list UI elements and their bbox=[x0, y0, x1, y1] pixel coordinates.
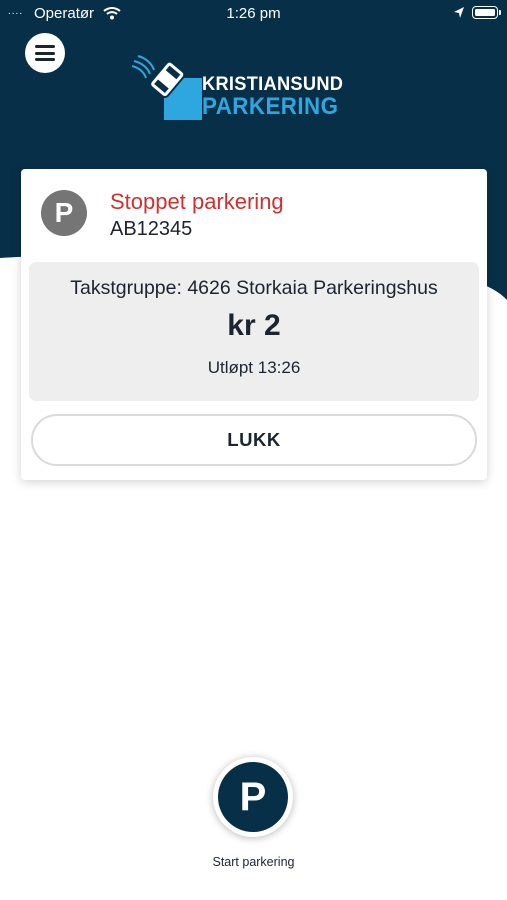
parking-badge-icon: P bbox=[41, 190, 87, 236]
location-arrow-icon bbox=[454, 7, 464, 18]
parking-icon: P bbox=[218, 762, 288, 832]
license-plate: AB12345 bbox=[110, 218, 193, 240]
parking-price: kr 2 bbox=[227, 309, 281, 342]
hamburger-line bbox=[35, 45, 55, 48]
parking-info-box: Takstgruppe: 4626 Storkaia Parkeringshus… bbox=[29, 262, 479, 401]
parking-status-card: P Stoppet parkering AB12345 Takstgruppe:… bbox=[21, 169, 487, 480]
menu-button[interactable] bbox=[25, 33, 65, 73]
parking-logo-icon bbox=[132, 55, 202, 120]
clock: 1:26 pm bbox=[226, 5, 281, 22]
start-parking-button[interactable]: P bbox=[213, 757, 293, 837]
parking-status-title: Stoppet parkering bbox=[110, 189, 284, 214]
brand-logo: KRISTIANSUND PARKERING bbox=[132, 52, 362, 122]
status-bar: .... Operatør 1:26 pm bbox=[0, 0, 507, 28]
battery-icon bbox=[472, 6, 501, 19]
hamburger-line bbox=[35, 58, 55, 61]
start-parking-label: Start parkering bbox=[212, 855, 295, 869]
logo-text-parkering: PARKERING bbox=[202, 93, 339, 120]
expiry-time: Utløpt 13:26 bbox=[207, 358, 301, 377]
hamburger-line bbox=[35, 51, 55, 55]
close-button[interactable]: LUKK bbox=[31, 414, 477, 466]
tariff-group: Takstgruppe: 4626 Storkaia Parkeringshus bbox=[70, 277, 438, 299]
